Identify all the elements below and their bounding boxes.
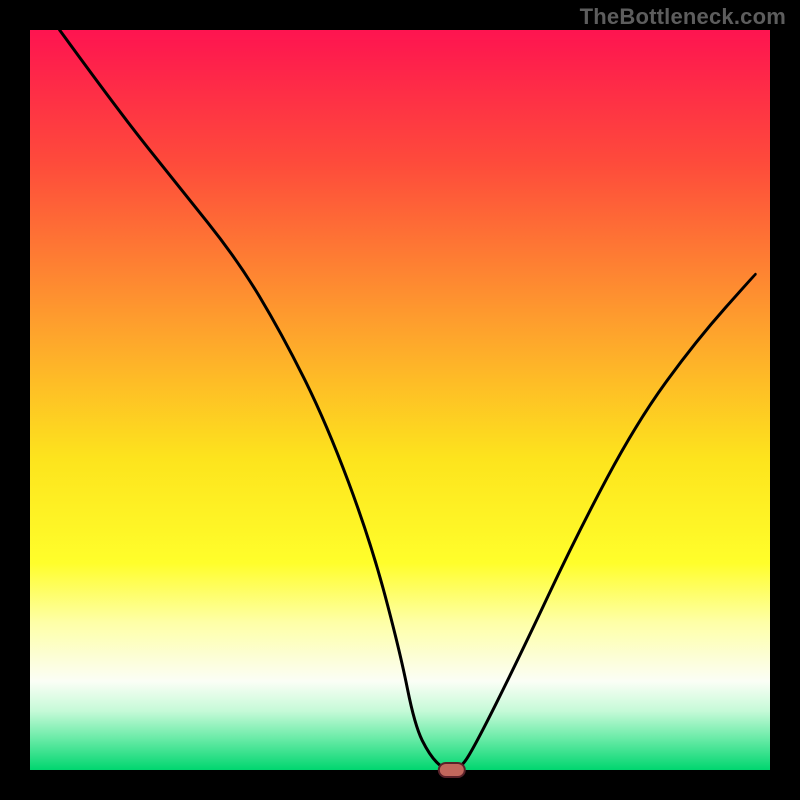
chart-container: TheBottleneck.com: [0, 0, 800, 800]
bottleneck-chart: [0, 0, 800, 800]
optimal-marker: [439, 763, 465, 777]
watermark-text: TheBottleneck.com: [580, 4, 786, 30]
